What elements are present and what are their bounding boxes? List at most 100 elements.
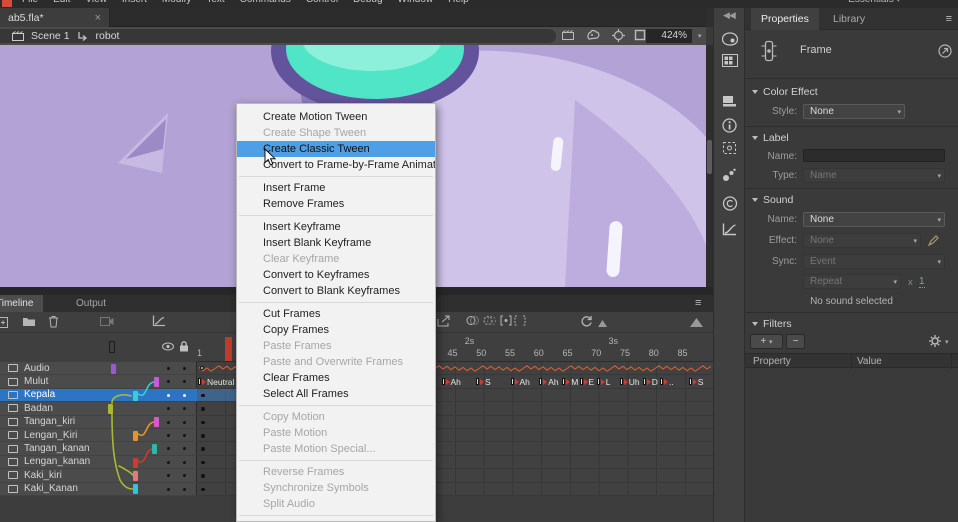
empty-keyframe-circle[interactable] [200,366,204,370]
graph-editor-button[interactable] [152,315,166,327]
keyframe-dot[interactable] [201,421,205,425]
menu-window[interactable]: Window [398,0,434,6]
edit-scene-button[interactable] [562,29,576,41]
frame-label-d[interactable]: D [643,376,658,387]
frame-label-uh[interactable]: Uh [620,376,640,387]
camera-button[interactable] [100,315,114,326]
frame-label-m[interactable]: M [562,376,578,387]
layer-lock-dot[interactable] [183,447,186,450]
context-menu-item-copy-motion[interactable]: Copy Motion [237,409,435,425]
menu-debug[interactable]: Debug [353,0,382,6]
edit-multiple-frames-button[interactable] [500,315,512,326]
new-layer-button[interactable] [0,315,9,328]
layer-visibility-dot[interactable] [167,474,170,477]
frame-label-s[interactable]: S [689,376,704,387]
layer-visibility-dot[interactable] [167,447,170,450]
context-menu-item-split-audio[interactable]: Split Audio [237,496,435,512]
context-menu-item-convert-to-keyframes[interactable]: Convert to Keyframes [237,267,435,283]
menu-file[interactable]: File [22,0,38,6]
frame-label-ah[interactable]: Ah [539,376,558,387]
delete-layer-button[interactable] [48,315,59,328]
context-menu-item-paste-motion-special-[interactable]: Paste Motion Special... [237,441,435,457]
layer-visibility-dot[interactable] [167,380,170,383]
layer-parent-swatch[interactable] [133,471,138,481]
menu-modify[interactable]: Modify [162,0,191,6]
collapse-panels-icon[interactable]: ◀◀ [723,10,735,21]
layer-row-kaki_kiri[interactable]: Kaki_kiri [0,469,197,482]
context-menu-item-create-shape-tween[interactable]: Create Shape Tween [237,125,435,141]
brush-library-panel-icon[interactable] [722,168,737,182]
layer-visibility-dot[interactable] [167,488,170,491]
context-menu-item-reverse-frames[interactable]: Reverse Frames [237,464,435,480]
layer-visibility-dot[interactable] [167,434,170,437]
layer-row-audio[interactable]: Audio [0,362,197,375]
sound-repeat-dropdown[interactable]: Repeat▾ [803,274,901,289]
zoom-in-timeline-icon[interactable] [690,318,703,327]
layer-name[interactable]: Lengan_kanan [24,456,90,467]
layer-parent-swatch[interactable] [152,444,157,454]
keyframe-dot[interactable] [201,407,205,411]
clip-content-button[interactable] [634,29,646,41]
layer-parent-swatch[interactable] [111,364,116,374]
section-label[interactable]: Label [752,132,789,144]
chevron-down-icon[interactable]: ▾ [698,32,702,40]
context-menu-item-paste-and-overwrite-frames[interactable]: Paste and Overwrite Frames [237,354,435,370]
eye-icon[interactable] [162,342,174,351]
color-panel-icon[interactable] [722,32,738,46]
keyframe-dot[interactable] [201,488,205,492]
swatches-panel-icon[interactable] [722,54,738,67]
layer-name[interactable]: Audio [24,363,50,374]
panel-menu-icon[interactable]: ≡ [695,297,701,309]
keyframe-dot[interactable] [201,434,205,438]
menu-text[interactable]: Text [206,0,224,6]
motion-editor-panel-icon[interactable] [722,223,737,236]
layer-name[interactable]: Mulut [24,376,48,387]
loop-playback-icon[interactable] [580,315,593,327]
layer-parent-swatch[interactable] [154,417,159,427]
layer-parent-swatch[interactable] [108,404,113,414]
transform-panel-icon[interactable] [722,141,737,155]
zoom-out-timeline-icon[interactable] [598,320,607,327]
tab-timeline[interactable]: Timeline [0,295,43,312]
cc-libraries-panel-icon[interactable] [722,196,738,211]
layer-name[interactable]: Kaki_kiri [24,470,62,481]
frame-label-ah[interactable]: Ah [442,376,461,387]
layer-lock-dot[interactable] [183,407,186,410]
frame-label-ah[interactable]: Ah [511,376,530,387]
center-frame-button[interactable] [612,29,625,42]
layer-parent-swatch[interactable] [133,458,138,468]
layer-lock-dot[interactable] [183,421,186,424]
layer-row-lengan_kanan[interactable]: Lengan_kanan [0,456,197,469]
frame-label--[interactable]: .. [660,376,674,387]
context-menu-item-remove-frames[interactable]: Remove Frames [237,196,435,212]
chevron-down-icon[interactable]: ▾ [945,338,949,346]
context-menu-item-paste-frames[interactable]: Paste Frames [237,338,435,354]
sound-effect-dropdown[interactable]: None▾ [803,233,921,248]
sound-sync-dropdown[interactable]: Event▾ [803,254,945,269]
layer-visibility-dot[interactable] [167,394,170,397]
workspace-switcher[interactable]: Essentials ▾ [848,0,900,7]
keyframe-dot[interactable] [201,461,205,465]
context-menu-item-clear-keyframe[interactable]: Clear Keyframe [237,251,435,267]
tab-output[interactable]: Output [66,295,116,312]
document-tab[interactable]: ab5.fla* × [0,8,110,27]
menu-control[interactable]: Control [306,0,338,6]
keyframe-dot[interactable] [201,447,205,451]
context-menu-item-insert-frame[interactable]: Insert Frame [237,180,435,196]
lock-icon[interactable] [179,341,189,352]
layer-row-tangan_kiri[interactable]: Tangan_kiri [0,416,197,429]
remove-filter-button[interactable]: − [786,334,805,349]
menu-commands[interactable]: Commands [240,0,291,6]
zoom-level-select[interactable]: 424% [646,29,692,43]
layer-lock-dot[interactable] [183,488,186,491]
repeat-count-value[interactable]: 1 [919,276,925,288]
label-type-dropdown[interactable]: Name▾ [803,168,945,183]
layer-visibility-dot[interactable] [167,367,170,370]
sound-name-dropdown[interactable]: None▾ [803,212,945,227]
context-menu-item-synchronize-symbols[interactable]: Synchronize Symbols [237,480,435,496]
layer-lock-dot[interactable] [183,474,186,477]
layer-visibility-dot[interactable] [167,407,170,410]
context-menu-item-copy-frames[interactable]: Copy Frames [237,322,435,338]
layer-name[interactable]: Lengan_Kiri [24,430,77,441]
playhead[interactable] [225,337,232,361]
